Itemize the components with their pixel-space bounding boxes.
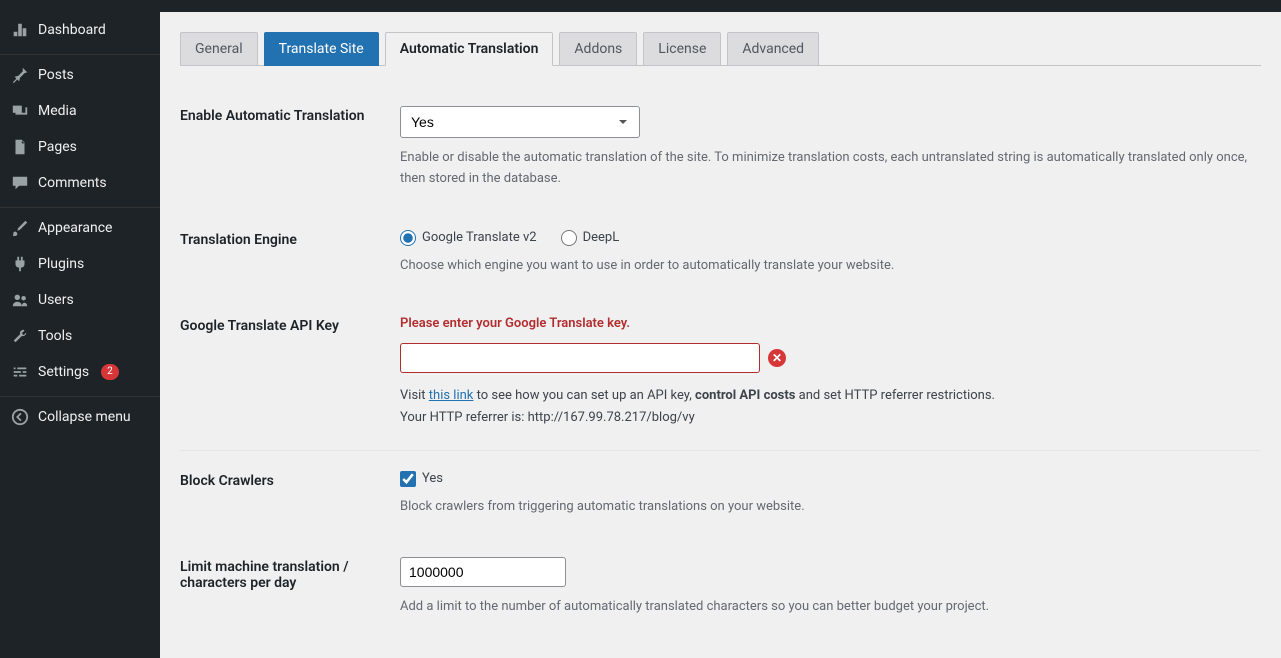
limit-input[interactable] <box>400 557 566 587</box>
pin-icon <box>10 65 30 85</box>
wrench-icon <box>10 326 30 346</box>
sidebar-item-pages[interactable]: Pages <box>0 129 160 165</box>
row-enable-auto-translation: Enable Automatic Translation Yes Enable … <box>180 86 1261 210</box>
error-icon: ✕ <box>768 349 786 367</box>
sidebar-item-label: Settings <box>38 364 89 380</box>
engine-description: Choose which engine you want to use in o… <box>400 256 1261 277</box>
sidebar-item-label: Pages <box>38 139 77 155</box>
tab-addons[interactable]: Addons <box>559 32 637 66</box>
settings-badge: 2 <box>101 364 119 380</box>
plug-icon <box>10 254 30 274</box>
sidebar-item-dashboard[interactable]: Dashboard <box>0 12 160 48</box>
sidebar-item-label: Users <box>38 292 74 308</box>
sidebar-item-users[interactable]: Users <box>0 282 160 318</box>
tab-translate-site[interactable]: Translate Site <box>264 32 379 66</box>
main-content: General Translate Site Automatic Transla… <box>160 12 1281 658</box>
sidebar-item-tools[interactable]: Tools <box>0 318 160 354</box>
block-checkbox[interactable] <box>400 471 416 487</box>
tab-license[interactable]: License <box>643 32 721 66</box>
row-google-api-key: Google Translate API Key Please enter yo… <box>180 296 1261 449</box>
admin-sidebar: Dashboard Posts Media Pages Comments <box>0 12 160 658</box>
sidebar-item-label: Tools <box>38 328 72 344</box>
apikey-help-link[interactable]: this link <box>429 388 474 403</box>
row-limit-translation: Limit machine translation / characters p… <box>180 537 1261 638</box>
engine-deepl-radio[interactable] <box>561 230 577 246</box>
engine-label: Translation Engine <box>180 230 400 277</box>
page-icon <box>10 137 30 157</box>
limit-label: Limit machine translation / characters p… <box>180 557 400 618</box>
collapse-icon <box>10 407 30 427</box>
media-icon <box>10 101 30 121</box>
apikey-warning: Please enter your Google Translate key. <box>400 316 1261 331</box>
engine-google-radio[interactable] <box>400 230 416 246</box>
tab-advanced[interactable]: Advanced <box>727 32 819 66</box>
sidebar-item-settings[interactable]: Settings 2 <box>0 354 160 390</box>
users-icon <box>10 290 30 310</box>
row-translation-engine: Translation Engine Google Translate v2 D… <box>180 210 1261 297</box>
row-block-crawlers: Block Crawlers Yes Block crawlers from t… <box>180 450 1261 538</box>
sidebar-item-plugins[interactable]: Plugins <box>0 246 160 282</box>
block-label: Block Crawlers <box>180 471 400 518</box>
block-checkbox-label: Yes <box>422 471 443 486</box>
sidebar-item-label: Appearance <box>38 220 112 236</box>
tab-general[interactable]: General <box>180 32 258 66</box>
enable-label: Enable Automatic Translation <box>180 106 400 190</box>
block-checkbox-wrap[interactable]: Yes <box>400 471 1261 487</box>
sidebar-collapse-menu[interactable]: Collapse menu <box>0 399 160 435</box>
comment-icon <box>10 173 30 193</box>
sidebar-item-label: Plugins <box>38 256 84 272</box>
engine-deepl-option[interactable]: DeepL <box>561 230 620 246</box>
apikey-label: Google Translate API Key <box>180 316 400 429</box>
sidebar-item-label: Media <box>38 103 77 119</box>
apikey-referrer: Your HTTP referrer is: http://167.99.78.… <box>400 410 695 425</box>
apikey-help: Visit this link to see how you can set u… <box>400 385 1261 429</box>
sidebar-item-label: Posts <box>38 67 74 83</box>
engine-google-label: Google Translate v2 <box>422 230 537 245</box>
dashboard-icon <box>10 20 30 40</box>
brush-icon <box>10 218 30 238</box>
automatic-translation-form: Enable Automatic Translation Yes Enable … <box>180 86 1261 638</box>
settings-tabs: General Translate Site Automatic Transla… <box>180 32 1261 66</box>
sidebar-item-label: Collapse menu <box>38 409 131 425</box>
sliders-icon <box>10 362 30 382</box>
engine-google-option[interactable]: Google Translate v2 <box>400 230 537 246</box>
sidebar-item-media[interactable]: Media <box>0 93 160 129</box>
block-description: Block crawlers from triggering automatic… <box>400 497 1261 518</box>
tab-automatic-translation[interactable]: Automatic Translation <box>385 32 554 66</box>
enable-description: Enable or disable the automatic translat… <box>400 148 1261 190</box>
sidebar-item-label: Comments <box>38 175 107 191</box>
sidebar-item-label: Dashboard <box>38 22 106 38</box>
sidebar-item-posts[interactable]: Posts <box>0 57 160 93</box>
enable-select[interactable]: Yes <box>400 106 640 138</box>
sidebar-item-comments[interactable]: Comments <box>0 165 160 201</box>
engine-deepl-label: DeepL <box>583 230 620 245</box>
limit-description: Add a limit to the number of automatical… <box>400 597 1261 618</box>
apikey-input[interactable] <box>400 343 760 373</box>
sidebar-item-appearance[interactable]: Appearance <box>0 210 160 246</box>
admin-topbar <box>0 0 1281 12</box>
